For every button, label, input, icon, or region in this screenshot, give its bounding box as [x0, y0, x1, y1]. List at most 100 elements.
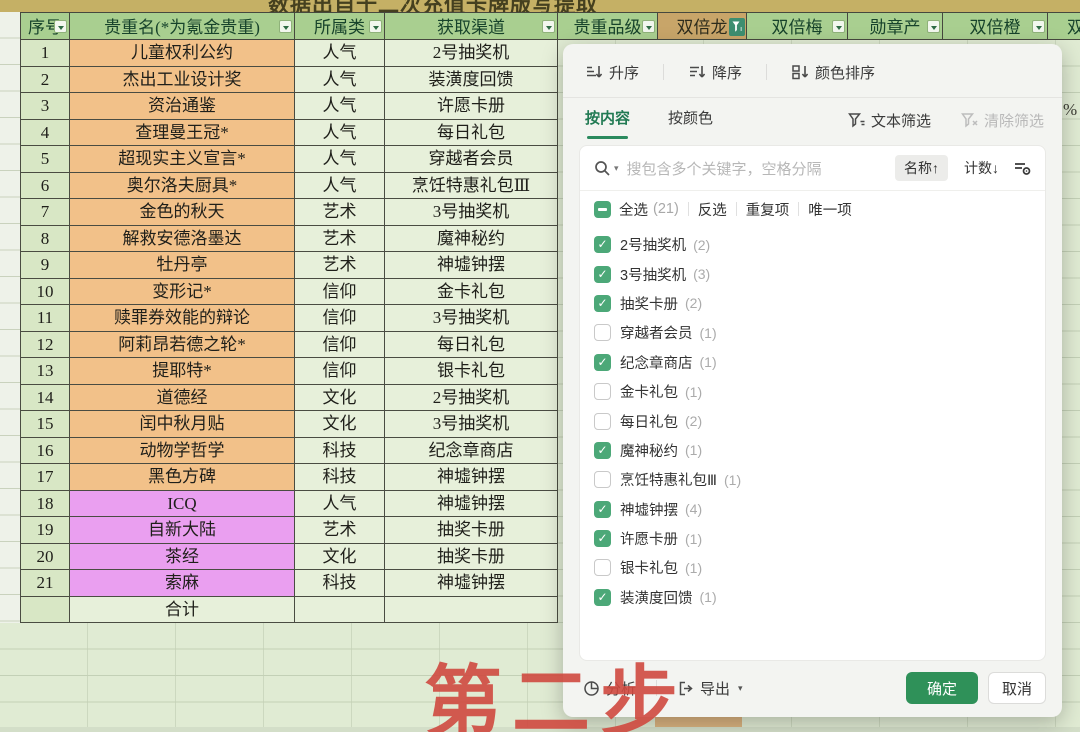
category-cell[interactable]: 信仰	[295, 358, 385, 385]
header-filter-dropdown-button[interactable]	[279, 20, 292, 33]
category-cell[interactable]: 科技	[295, 437, 385, 464]
channel-cell[interactable]: 金卡礼包	[385, 278, 558, 305]
checkbox-checked[interactable]	[594, 294, 611, 312]
row-number-cell[interactable]: 3	[20, 93, 70, 120]
row-number-cell[interactable]: 14	[20, 384, 70, 411]
tab-by-color[interactable]: 按颜色	[668, 98, 713, 142]
filter-item[interactable]: 3号抽奖机 (3)	[580, 259, 1045, 288]
category-cell[interactable]: 人气	[295, 146, 385, 173]
channel-cell[interactable]: 神墟钟摆	[385, 570, 558, 597]
total-row-number-cell[interactable]	[20, 596, 70, 623]
sort-by-count-toggle[interactable]: 计数↓	[964, 158, 999, 178]
item-name-cell[interactable]: 自新大陆	[70, 517, 295, 544]
sort-descending-button[interactable]: 降序	[688, 62, 742, 83]
item-name-cell[interactable]: 黑色方碑	[70, 464, 295, 491]
category-cell[interactable]: 艺术	[295, 225, 385, 252]
channel-cell[interactable]: 神墟钟摆	[385, 252, 558, 279]
select-all-checkbox-indeterminate[interactable]	[594, 200, 611, 218]
category-cell[interactable]: 人气	[295, 93, 385, 120]
total-category-cell[interactable]	[295, 596, 385, 623]
item-name-cell[interactable]: 解救安德洛墨达	[70, 225, 295, 252]
item-name-cell[interactable]: 资治通鉴	[70, 93, 295, 120]
clear-filter-button[interactable]: 清除筛选	[961, 110, 1044, 131]
filter-item[interactable]: 穿越者会员 (1)	[580, 318, 1045, 347]
channel-cell[interactable]: 魔神秘约	[385, 225, 558, 252]
category-cell[interactable]: 人气	[295, 172, 385, 199]
channel-cell[interactable]: 神墟钟摆	[385, 490, 558, 517]
header-filter-dropdown-button[interactable]	[369, 20, 382, 33]
channel-cell[interactable]: 2号抽奖机	[385, 40, 558, 67]
channel-cell[interactable]: 3号抽奖机	[385, 411, 558, 438]
row-number-cell[interactable]: 20	[20, 543, 70, 570]
category-cell[interactable]: 艺术	[295, 252, 385, 279]
channel-cell[interactable]: 3号抽奖机	[385, 305, 558, 332]
channel-cell[interactable]: 装潢度回馈	[385, 66, 558, 93]
sort-ascending-button[interactable]: 升序	[585, 62, 639, 83]
row-number-cell[interactable]: 17	[20, 464, 70, 491]
row-number-cell[interactable]: 11	[20, 305, 70, 332]
category-cell[interactable]: 信仰	[295, 278, 385, 305]
filter-item[interactable]: 金卡礼包 (1)	[580, 377, 1045, 406]
row-number-cell[interactable]: 1	[20, 40, 70, 67]
search-mode-chevron-icon[interactable]: ▾	[614, 163, 619, 174]
row-number-cell[interactable]: 8	[20, 225, 70, 252]
category-cell[interactable]: 文化	[295, 411, 385, 438]
category-cell[interactable]: 文化	[295, 543, 385, 570]
checkbox-checked[interactable]	[594, 265, 611, 283]
row-number-cell[interactable]: 12	[20, 331, 70, 358]
search-icon[interactable]	[594, 160, 611, 177]
channel-cell[interactable]: 每日礼包	[385, 119, 558, 146]
total-label-cell[interactable]: 合计	[70, 596, 295, 623]
checkbox-checked[interactable]	[594, 441, 611, 459]
category-cell[interactable]: 人气	[295, 119, 385, 146]
channel-cell[interactable]: 许愿卡册	[385, 93, 558, 120]
item-name-cell[interactable]: 金色的秋天	[70, 199, 295, 226]
category-cell[interactable]: 人气	[295, 66, 385, 93]
filter-item[interactable]: 魔神秘约 (1)	[580, 436, 1045, 465]
item-name-cell[interactable]: 动物学哲学	[70, 437, 295, 464]
tab-by-content[interactable]: 按内容	[585, 98, 630, 142]
filter-item[interactable]: 神墟钟摆 (4)	[580, 495, 1045, 524]
channel-cell[interactable]: 每日礼包	[385, 331, 558, 358]
filter-item[interactable]: 装潢度回馈 (1)	[580, 583, 1045, 612]
header-filter-dropdown-button[interactable]	[642, 20, 655, 33]
row-number-cell[interactable]: 7	[20, 199, 70, 226]
item-name-cell[interactable]: 赎罪券效能的辩论	[70, 305, 295, 332]
checkbox-unchecked[interactable]	[594, 559, 611, 577]
category-cell[interactable]: 人气	[295, 490, 385, 517]
row-number-cell[interactable]: 15	[20, 411, 70, 438]
filter-item[interactable]: 抽奖卡册 (2)	[580, 289, 1045, 318]
search-input[interactable]: 搜包含多个关键字，空格分隔	[627, 158, 895, 179]
checkbox-checked[interactable]	[594, 530, 611, 548]
category-cell[interactable]: 艺术	[295, 517, 385, 544]
item-name-cell[interactable]: 查理曼王冠*	[70, 119, 295, 146]
category-cell[interactable]: 信仰	[295, 305, 385, 332]
checkbox-unchecked[interactable]	[594, 412, 611, 430]
filter-item[interactable]: 许愿卡册 (1)	[580, 524, 1045, 553]
row-number-cell[interactable]: 2	[20, 66, 70, 93]
header-filter-dropdown-button[interactable]	[54, 20, 67, 33]
channel-cell[interactable]: 神墟钟摆	[385, 464, 558, 491]
row-number-cell[interactable]: 18	[20, 490, 70, 517]
channel-cell[interactable]: 纪念章商店	[385, 437, 558, 464]
checkbox-checked[interactable]	[594, 236, 611, 254]
confirm-button[interactable]: 确定	[906, 672, 978, 704]
filter-item[interactable]: 银卡礼包 (1)	[580, 553, 1045, 582]
category-cell[interactable]: 科技	[295, 570, 385, 597]
checkbox-checked[interactable]	[594, 500, 611, 518]
checkbox-unchecked[interactable]	[594, 471, 611, 489]
item-name-cell[interactable]: ICQ	[70, 490, 295, 517]
text-filter-button[interactable]: 文本筛选	[848, 110, 931, 131]
cancel-button[interactable]: 取消	[988, 672, 1046, 704]
list-settings-icon[interactable]	[1013, 160, 1031, 176]
header-filter-dropdown-button[interactable]	[542, 20, 555, 33]
filter-item[interactable]: 烹饪特惠礼包Ⅲ (1)	[580, 465, 1045, 494]
row-number-cell[interactable]: 6	[20, 172, 70, 199]
duplicates-link[interactable]: 重复项	[746, 199, 790, 220]
row-number-cell[interactable]: 13	[20, 358, 70, 385]
category-cell[interactable]: 信仰	[295, 331, 385, 358]
category-cell[interactable]: 艺术	[295, 199, 385, 226]
category-cell[interactable]: 文化	[295, 384, 385, 411]
row-number-cell[interactable]: 21	[20, 570, 70, 597]
item-name-cell[interactable]: 道德经	[70, 384, 295, 411]
